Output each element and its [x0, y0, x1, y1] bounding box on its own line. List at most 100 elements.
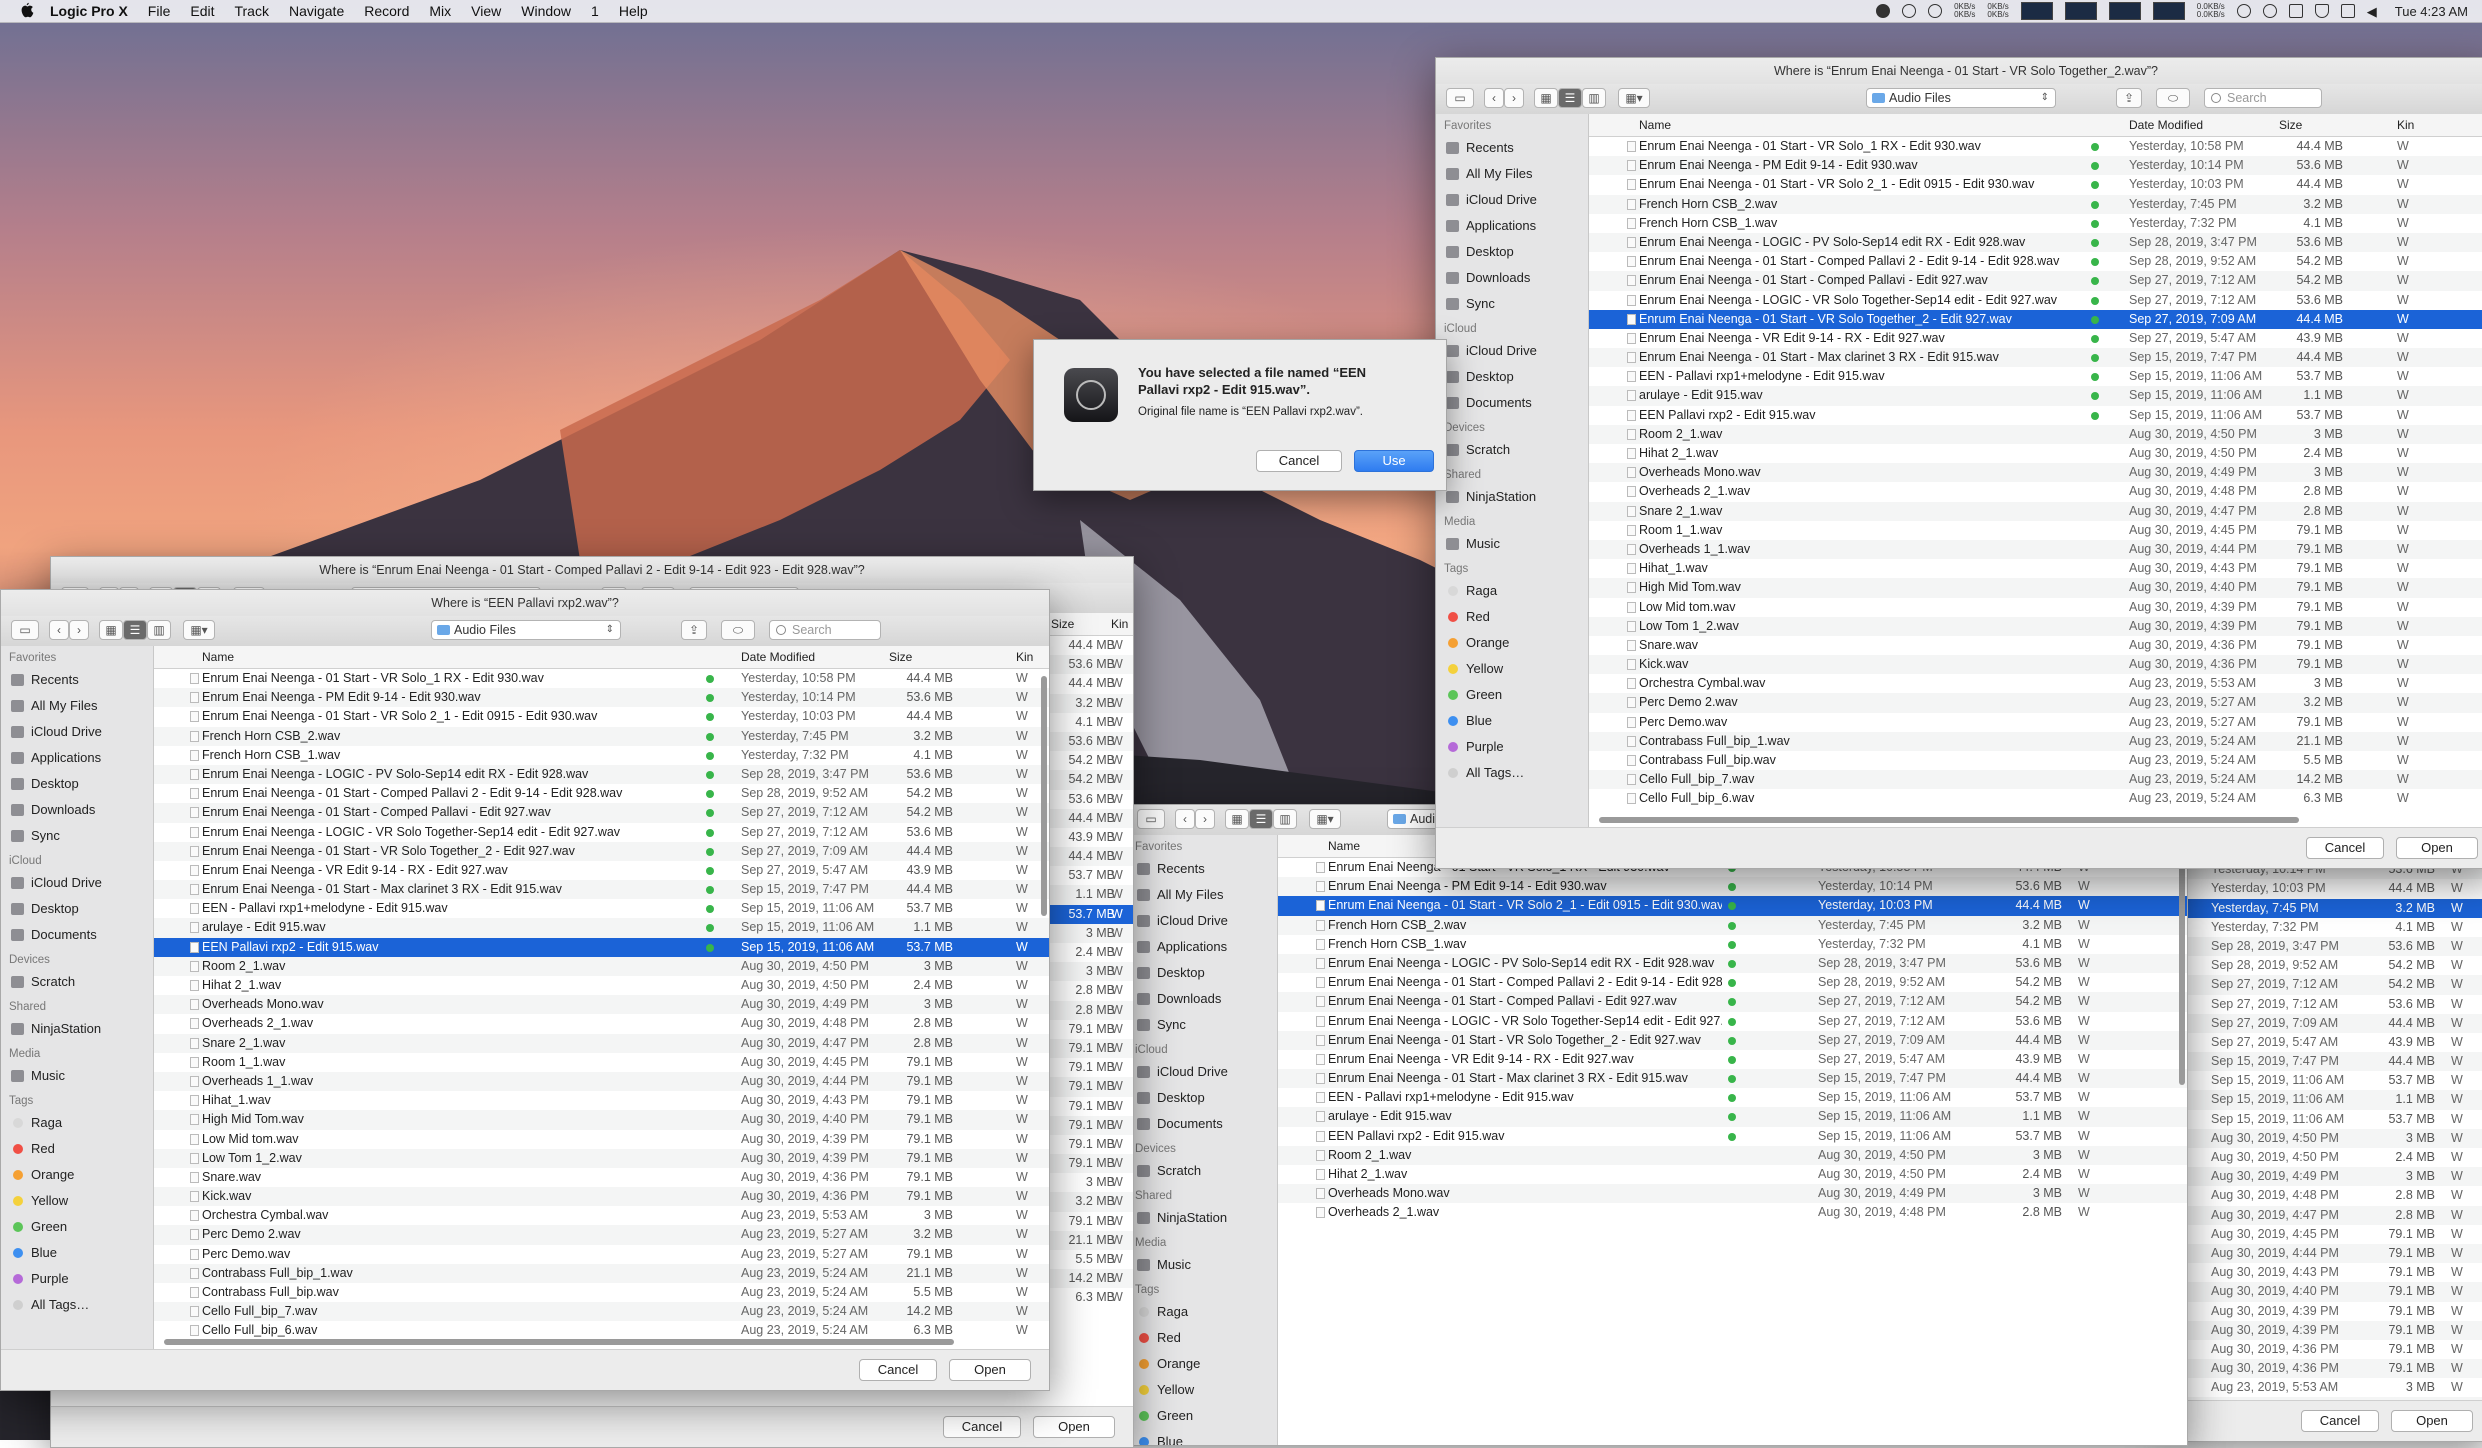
table-row[interactable]: Hihat 2_1.wav Aug 30, 2019, 4:50 PM 2.4 MB… [154, 976, 1049, 995]
table-row[interactable]: Enrum Enai Neenga - 01 Start - VR Solo_1… [154, 669, 1049, 688]
sidebar-item-ninjastation[interactable]: NinjaStation [1127, 1205, 1277, 1231]
horizontal-scrollbar[interactable] [1599, 817, 2299, 823]
table-row[interactable]: Enrum Enai Neenga - 01 Start - VR Solo 2… [1589, 175, 2482, 194]
sidebar-item-scratch[interactable]: Scratch [1, 969, 153, 995]
table-row[interactable]: Room 1_1.wav Aug 30, 2019, 4:45 PM 79.1 MB… [154, 1053, 1049, 1072]
list-view-button[interactable]: ☰ [1249, 809, 1273, 829]
sidebar-item-tag-yellow[interactable]: Yellow [1127, 1377, 1277, 1403]
table-row[interactable]: Sep 27, 2019, 7:09 AM 44.4 MB W [2171, 1013, 2482, 1033]
table-row[interactable]: EEN - Pallavi rxp1+melodyne - Edit 915.w… [154, 899, 1049, 918]
table-row[interactable]: Cello Full_bip_6.wav Aug 23, 2019, 5:24 A… [1589, 789, 2482, 808]
open-button[interactable]: Open [2391, 1410, 2473, 1432]
horizontal-scrollbar[interactable] [164, 1339, 954, 1345]
table-row[interactable]: Aug 30, 2019, 4:39 PM 79.1 MB W [2171, 1302, 2482, 1321]
column-view-button[interactable]: ▥ [1273, 809, 1297, 829]
avatar-icon[interactable] [1876, 4, 1891, 18]
table-row[interactable]: Enrum Enai Neenga - LOGIC - PV Solo-Sep1… [154, 764, 1049, 785]
share-button[interactable]: ⇪ [681, 620, 707, 640]
table-row[interactable]: Enrum Enai Neenga - 01 Start - Max clari… [1589, 348, 2482, 368]
table-row[interactable]: Aug 30, 2019, 4:45 PM 79.1 MB W [2171, 1225, 2482, 1244]
table-row[interactable]: Low Tom 1_2.wav Aug 30, 2019, 4:39 PM 79.1… [1589, 616, 2482, 636]
menu-record[interactable]: Record [364, 3, 409, 19]
table-row[interactable]: Enrum Enai Neenga - PM Edit 9-14 - Edit … [1589, 156, 2482, 176]
table-row[interactable]: Room 1_1.wav Aug 30, 2019, 4:45 PM 79.1 MB… [1589, 521, 2482, 540]
table-row[interactable]: High Mid Tom.wav Aug 30, 2019, 4:40 PM 79.… [1589, 578, 2482, 598]
sidebar-item-sync[interactable]: Sync [1436, 291, 1588, 317]
menu-track[interactable]: Track [234, 3, 268, 19]
open-button[interactable]: Open [1033, 1416, 1115, 1438]
table-row[interactable]: Cello Full_bip_6.wav Aug 23, 2019, 5:24 A… [154, 1321, 1049, 1340]
sidebar-item-tag-yellow[interactable]: Yellow [1436, 656, 1588, 682]
table-row[interactable]: Enrum Enai Neenga - LOGIC - PV Solo-Sep1… [1278, 953, 2187, 974]
vertical-scrollbar[interactable] [1041, 676, 1047, 916]
menu-window[interactable]: Window [521, 3, 571, 19]
disk-graph[interactable] [2108, 2, 2141, 20]
arrange-button[interactable]: ▦▾ [1618, 88, 1650, 108]
table-row[interactable]: Aug 30, 2019, 4:48 PM 2.8 MB W [2171, 1186, 2482, 1205]
sidebar-toggle-button[interactable]: ▭ [1446, 88, 1474, 108]
table-row[interactable]: Overheads 1_1.wav Aug 30, 2019, 4:44 PM 79… [154, 1071, 1049, 1092]
table-row[interactable]: Perc Demo 2.wav Aug 23, 2019, 5:27 AM 3.2 … [1589, 693, 2482, 713]
table-row[interactable]: Enrum Enai Neenga - 01 Start - Max clari… [1278, 1069, 2187, 1089]
table-row[interactable]: Aug 23, 2019, 5:53 AM 3 MB W [2171, 1378, 2482, 1397]
table-row[interactable]: Overheads 2_1.wav Aug 30, 2019, 4:48 PM 2.… [1589, 482, 2482, 501]
sidebar-item-tag-purple[interactable]: Purple [1436, 734, 1588, 760]
sidebar-item-tag-raga[interactable]: Raga [1, 1110, 153, 1136]
sidebar-item-icloud-desktop[interactable]: Desktop [1127, 1085, 1277, 1111]
menu-help[interactable]: Help [619, 3, 648, 19]
table-row[interactable]: Overheads 2_1.wav Aug 30, 2019, 4:48 PM 2.… [154, 1014, 1049, 1033]
sidebar-item-music[interactable]: Music [1127, 1252, 1277, 1278]
sidebar-item-sync[interactable]: Sync [1, 823, 153, 849]
table-row[interactable]: Enrum Enai Neenga - 01 Start - VR Solo T… [154, 841, 1049, 861]
table-row[interactable]: Low Tom 1_2.wav Aug 30, 2019, 4:39 PM 79.1… [154, 1148, 1049, 1168]
file-list[interactable]: Yesterday, 10:58 PM44.4 MBWYesterday, 10… [2171, 841, 2482, 1400]
table-row[interactable]: Contrabass Full_bip_1.wav Aug 23, 2019, 5… [1589, 731, 2482, 751]
column-view-button[interactable]: ▥ [147, 620, 171, 640]
table-row[interactable]: Sep 28, 2019, 3:47 PM 53.6 MB W [2171, 936, 2482, 957]
table-row[interactable]: Snare.wav Aug 30, 2019, 4:36 PM 79.1 MB W [1589, 636, 2482, 655]
table-row[interactable]: Aug 30, 2019, 4:50 PM 3 MB W [2171, 1128, 2482, 1148]
sidebar-item-tag-alltags[interactable]: All Tags… [1, 1292, 153, 1318]
table-row[interactable]: Low Mid tom.wav Aug 30, 2019, 4:39 PM 79.1… [1589, 598, 2482, 617]
table-row[interactable]: Enrum Enai Neenga - LOGIC - VR Solo Toge… [1589, 291, 2482, 310]
column-view-button[interactable]: ▥ [1582, 88, 1606, 108]
sidebar-item-tag-raga[interactable]: Raga [1127, 1299, 1277, 1325]
sidebar-item-tag-red[interactable]: Red [1, 1136, 153, 1162]
sidebar-item-icloud-documents[interactable]: Documents [1436, 390, 1588, 416]
icon-view-button[interactable]: ▦ [1225, 809, 1249, 829]
volume-icon[interactable]: ◀ [2367, 4, 2383, 19]
back-button[interactable]: ‹ [1484, 88, 1504, 108]
sidebar-item-tag-raga[interactable]: Raga [1436, 578, 1588, 604]
sidebar-item-all-my-files[interactable]: All My Files [1127, 882, 1277, 908]
table-row[interactable]: Enrum Enai Neenga - 01 Start - Comped Pa… [1589, 271, 2482, 291]
sidebar-item-icloud-documents[interactable]: Documents [1, 922, 153, 948]
table-row[interactable]: EEN - Pallavi rxp1+melodyne - Edit 915.w… [1278, 1088, 2187, 1107]
menu-file[interactable]: File [148, 3, 171, 19]
column-header-name[interactable]: Name [202, 646, 234, 668]
bluetooth-icon[interactable] [2288, 4, 2303, 18]
arrange-button[interactable]: ▦▾ [1309, 809, 1341, 829]
list-view-button[interactable]: ☰ [1558, 88, 1582, 108]
sidebar-item-ninjastation[interactable]: NinjaStation [1436, 484, 1588, 510]
column-header-kind[interactable]: Kin [1111, 613, 1128, 635]
table-row[interactable]: Enrum Enai Neenga - 01 Start - VR Solo 2… [154, 707, 1049, 726]
table-row[interactable]: Yesterday, 10:03 PM 44.4 MB W [2171, 879, 2482, 898]
sidebar-item-icloud-desktop[interactable]: Desktop [1436, 364, 1588, 390]
table-row[interactable]: Overheads Mono.wav Aug 30, 2019, 4:49 PM 3… [154, 995, 1049, 1015]
alert-cancel-button[interactable]: Cancel [1256, 450, 1342, 472]
sidebar-item-ninjastation[interactable]: NinjaStation [1, 1016, 153, 1042]
forward-button[interactable]: › [1504, 88, 1524, 108]
sidebar-item-tag-orange[interactable]: Orange [1436, 630, 1588, 656]
table-row[interactable]: Enrum Enai Neenga - VR Edit 9-14 - RX - … [154, 861, 1049, 880]
sidebar-item-icloud-drive[interactable]: iCloud Drive [1127, 908, 1277, 934]
sidebar-item-desktop[interactable]: Desktop [1, 771, 153, 797]
sidebar-item-tag-green[interactable]: Green [1127, 1403, 1277, 1429]
table-row[interactable]: EEN - Pallavi rxp1+melodyne - Edit 915.w… [1589, 367, 2482, 386]
sidebar-toggle-button[interactable]: ▭ [1137, 809, 1165, 829]
arrange-button[interactable]: ▦▾ [183, 620, 215, 640]
search-field[interactable]: Search [2204, 88, 2322, 108]
table-row[interactable]: Perc Demo 2.wav Aug 23, 2019, 5:27 AM 3.2 … [154, 1225, 1049, 1245]
table-row[interactable]: Snare 2_1.wav Aug 30, 2019, 4:47 PM 2.8 MB… [1589, 501, 2482, 521]
table-row[interactable]: Enrum Enai Neenga - 01 Start - Comped Pa… [154, 803, 1049, 823]
table-row[interactable]: Orchestra Cymbal.wav Aug 23, 2019, 5:53 A… [1589, 674, 2482, 693]
